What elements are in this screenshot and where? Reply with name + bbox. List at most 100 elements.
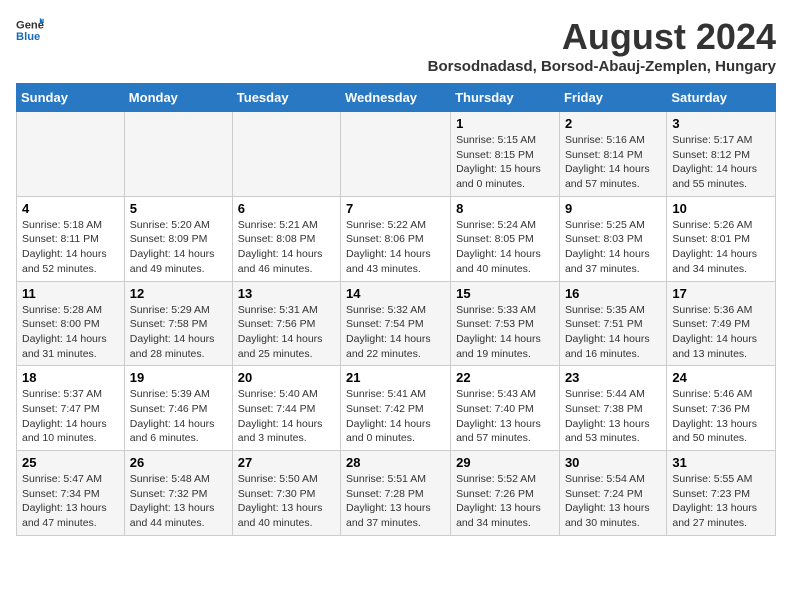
page-header: General Blue August 2024 Borsodnadasd, B… — [16, 16, 776, 75]
day-cell-13: 13 Sunrise: 5:31 AM Sunset: 7:56 PM Dayli… — [232, 281, 340, 366]
day-number: 6 — [238, 201, 335, 216]
day-number: 22 — [456, 370, 554, 385]
col-header-monday: Monday — [124, 84, 232, 112]
day-info: Sunrise: 5:47 AM Sunset: 7:34 PM Dayligh… — [22, 472, 119, 531]
day-cell-empty-0-0 — [17, 112, 125, 197]
day-number: 10 — [672, 201, 770, 216]
day-cell-4: 4Sunrise: 5:18 AM Sunset: 8:11 PM Daylig… — [17, 196, 125, 281]
day-cell-6: 6 Sunrise: 5:21 AM Sunset: 8:08 PM Daylig… — [232, 196, 340, 281]
day-number: 1 — [456, 116, 554, 131]
day-cell-29: 29 Sunrise: 5:52 AM Sunset: 7:26 PM Dayli… — [451, 451, 560, 536]
day-info: Sunrise: 5:54 AM Sunset: 7:24 PM Dayligh… — [565, 472, 661, 531]
day-number: 23 — [565, 370, 661, 385]
day-cell-9: 9 Sunrise: 5:25 AM Sunset: 8:03 PM Daylig… — [559, 196, 666, 281]
logo: General Blue — [16, 16, 44, 44]
day-cell-26: 26 Sunrise: 5:48 AM Sunset: 7:32 PM Dayli… — [124, 451, 232, 536]
day-cell-20: 20 Sunrise: 5:40 AM Sunset: 7:44 PM Dayli… — [232, 366, 340, 451]
day-info: Sunrise: 5:39 AM Sunset: 7:46 PM Dayligh… — [130, 387, 227, 446]
day-info: Sunrise: 5:36 AM Sunset: 7:49 PM Dayligh… — [672, 303, 770, 362]
col-header-tuesday: Tuesday — [232, 84, 340, 112]
day-cell-3: 3 Sunrise: 5:17 AM Sunset: 8:12 PM Daylig… — [667, 112, 776, 197]
day-info: Sunrise: 5:31 AM Sunset: 7:56 PM Dayligh… — [238, 303, 335, 362]
day-number: 11 — [22, 286, 119, 301]
day-cell-10: 10Sunrise: 5:26 AM Sunset: 8:01 PM Dayli… — [667, 196, 776, 281]
day-cell-8: 8 Sunrise: 5:24 AM Sunset: 8:05 PM Daylig… — [451, 196, 560, 281]
day-cell-22: 22 Sunrise: 5:43 AM Sunset: 7:40 PM Dayli… — [451, 366, 560, 451]
day-cell-23: 23 Sunrise: 5:44 AM Sunset: 7:38 PM Dayli… — [559, 366, 666, 451]
title-section: August 2024 Borsodnadasd, Borsod-Abauj-Z… — [428, 16, 776, 75]
day-cell-24: 24Sunrise: 5:46 AM Sunset: 7:36 PM Dayli… — [667, 366, 776, 451]
day-info: Sunrise: 5:44 AM Sunset: 7:38 PM Dayligh… — [565, 387, 661, 446]
day-cell-5: 5 Sunrise: 5:20 AM Sunset: 8:09 PM Daylig… — [124, 196, 232, 281]
day-number: 21 — [346, 370, 445, 385]
week-row-2: 4Sunrise: 5:18 AM Sunset: 8:11 PM Daylig… — [17, 196, 776, 281]
col-header-thursday: Thursday — [451, 84, 560, 112]
day-info: Sunrise: 5:24 AM Sunset: 8:05 PM Dayligh… — [456, 218, 554, 277]
day-info: Sunrise: 5:21 AM Sunset: 8:08 PM Dayligh… — [238, 218, 335, 277]
day-number: 20 — [238, 370, 335, 385]
day-info: Sunrise: 5:22 AM Sunset: 8:06 PM Dayligh… — [346, 218, 445, 277]
day-info: Sunrise: 5:37 AM Sunset: 7:47 PM Dayligh… — [22, 387, 119, 446]
day-number: 15 — [456, 286, 554, 301]
day-number: 17 — [672, 286, 770, 301]
day-info: Sunrise: 5:40 AM Sunset: 7:44 PM Dayligh… — [238, 387, 335, 446]
day-info: Sunrise: 5:48 AM Sunset: 7:32 PM Dayligh… — [130, 472, 227, 531]
day-number: 14 — [346, 286, 445, 301]
day-number: 25 — [22, 455, 119, 470]
day-info: Sunrise: 5:15 AM Sunset: 8:15 PM Dayligh… — [456, 133, 554, 192]
day-cell-30: 30 Sunrise: 5:54 AM Sunset: 7:24 PM Dayli… — [559, 451, 666, 536]
day-info: Sunrise: 5:43 AM Sunset: 7:40 PM Dayligh… — [456, 387, 554, 446]
day-cell-18: 18 Sunrise: 5:37 AM Sunset: 7:47 PM Dayli… — [17, 366, 125, 451]
day-cell-14: 14 Sunrise: 5:32 AM Sunset: 7:54 PM Dayli… — [341, 281, 451, 366]
day-cell-17: 17 Sunrise: 5:36 AM Sunset: 7:49 PM Dayli… — [667, 281, 776, 366]
day-info: Sunrise: 5:51 AM Sunset: 7:28 PM Dayligh… — [346, 472, 445, 531]
day-info: Sunrise: 5:55 AM Sunset: 7:23 PM Dayligh… — [672, 472, 770, 531]
col-header-friday: Friday — [559, 84, 666, 112]
day-number: 3 — [672, 116, 770, 131]
day-info: Sunrise: 5:52 AM Sunset: 7:26 PM Dayligh… — [456, 472, 554, 531]
day-number: 30 — [565, 455, 661, 470]
day-number: 26 — [130, 455, 227, 470]
day-info: Sunrise: 5:41 AM Sunset: 7:42 PM Dayligh… — [346, 387, 445, 446]
header-row: SundayMondayTuesdayWednesdayThursdayFrid… — [17, 84, 776, 112]
day-number: 24 — [672, 370, 770, 385]
day-cell-1: 1 Sunrise: 5:15 AM Sunset: 8:15 PM Daylig… — [451, 112, 560, 197]
day-number: 29 — [456, 455, 554, 470]
day-cell-31: 31Sunrise: 5:55 AM Sunset: 7:23 PM Dayli… — [667, 451, 776, 536]
day-number: 13 — [238, 286, 335, 301]
svg-text:Blue: Blue — [16, 31, 40, 43]
day-number: 12 — [130, 286, 227, 301]
day-info: Sunrise: 5:32 AM Sunset: 7:54 PM Dayligh… — [346, 303, 445, 362]
day-info: Sunrise: 5:18 AM Sunset: 8:11 PM Dayligh… — [22, 218, 119, 277]
main-title: August 2024 — [428, 16, 776, 58]
day-number: 18 — [22, 370, 119, 385]
col-header-sunday: Sunday — [17, 84, 125, 112]
day-info: Sunrise: 5:35 AM Sunset: 7:51 PM Dayligh… — [565, 303, 661, 362]
day-info: Sunrise: 5:17 AM Sunset: 8:12 PM Dayligh… — [672, 133, 770, 192]
day-info: Sunrise: 5:29 AM Sunset: 7:58 PM Dayligh… — [130, 303, 227, 362]
week-row-5: 25 Sunrise: 5:47 AM Sunset: 7:34 PM Dayli… — [17, 451, 776, 536]
day-number: 9 — [565, 201, 661, 216]
day-cell-21: 21 Sunrise: 5:41 AM Sunset: 7:42 PM Dayli… — [341, 366, 451, 451]
day-cell-28: 28Sunrise: 5:51 AM Sunset: 7:28 PM Dayli… — [341, 451, 451, 536]
day-number: 2 — [565, 116, 661, 131]
day-info: Sunrise: 5:20 AM Sunset: 8:09 PM Dayligh… — [130, 218, 227, 277]
subtitle: Borsodnadasd, Borsod-Abauj-Zemplen, Hung… — [428, 58, 776, 75]
day-info: Sunrise: 5:25 AM Sunset: 8:03 PM Dayligh… — [565, 218, 661, 277]
day-number: 8 — [456, 201, 554, 216]
day-number: 5 — [130, 201, 227, 216]
day-cell-empty-0-3 — [341, 112, 451, 197]
day-cell-2: 2 Sunrise: 5:16 AM Sunset: 8:14 PM Daylig… — [559, 112, 666, 197]
week-row-4: 18 Sunrise: 5:37 AM Sunset: 7:47 PM Dayli… — [17, 366, 776, 451]
day-number: 16 — [565, 286, 661, 301]
day-cell-15: 15Sunrise: 5:33 AM Sunset: 7:53 PM Dayli… — [451, 281, 560, 366]
day-info: Sunrise: 5:16 AM Sunset: 8:14 PM Dayligh… — [565, 133, 661, 192]
day-cell-empty-0-2 — [232, 112, 340, 197]
day-cell-empty-0-1 — [124, 112, 232, 197]
day-number: 19 — [130, 370, 227, 385]
week-row-1: 1 Sunrise: 5:15 AM Sunset: 8:15 PM Daylig… — [17, 112, 776, 197]
day-cell-12: 12 Sunrise: 5:29 AM Sunset: 7:58 PM Dayli… — [124, 281, 232, 366]
day-cell-7: 7Sunrise: 5:22 AM Sunset: 8:06 PM Daylig… — [341, 196, 451, 281]
calendar-table: SundayMondayTuesdayWednesdayThursdayFrid… — [16, 83, 776, 536]
day-cell-25: 25 Sunrise: 5:47 AM Sunset: 7:34 PM Dayli… — [17, 451, 125, 536]
